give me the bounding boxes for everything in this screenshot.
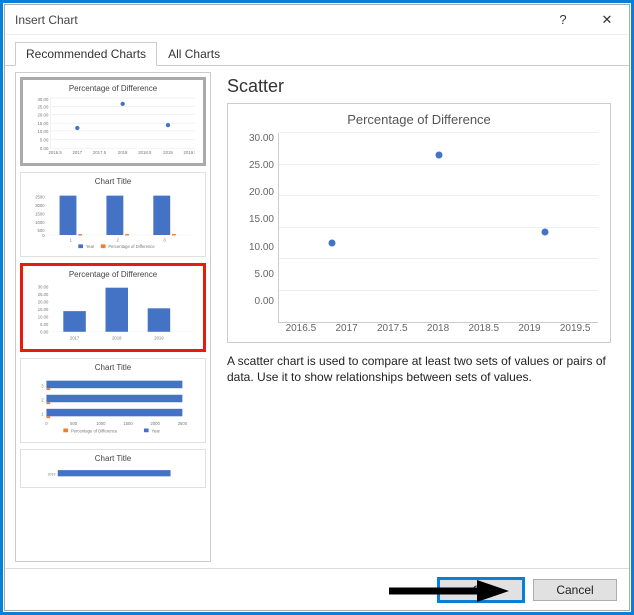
svg-text:1500: 1500 xyxy=(35,211,45,216)
svg-text:1000: 1000 xyxy=(35,220,45,225)
tab-all-charts[interactable]: All Charts xyxy=(157,42,231,66)
svg-text:2019: 2019 xyxy=(48,473,56,477)
chart-type-heading: Scatter xyxy=(227,76,611,97)
svg-text:0: 0 xyxy=(45,421,48,426)
chart-thumb-scatter[interactable]: Percentage of Difference xyxy=(20,77,206,166)
svg-text:5.00: 5.00 xyxy=(40,137,49,142)
mini-scatter: 30.00 25.00 20.00 15.00 10.00 5.00 0.00 … xyxy=(27,95,199,159)
close-button[interactable]: ✕ xyxy=(585,5,629,35)
svg-text:2500: 2500 xyxy=(35,194,45,199)
chart-thumb-bar[interactable]: Chart Title 3 2 1 xyxy=(20,358,206,443)
svg-text:Year: Year xyxy=(86,244,95,249)
cancel-button[interactable]: Cancel xyxy=(533,579,617,601)
scatter-plot: 30.00 25.00 20.00 15.00 10.00 5.00 0.00 xyxy=(240,133,598,323)
svg-text:Percentage of Difference: Percentage of Difference xyxy=(71,428,118,433)
chart-description: A scatter chart is used to compare at le… xyxy=(227,353,611,385)
data-point xyxy=(541,228,548,235)
mini-column: 30.00 25.00 20.00 15.00 10.00 5.00 0.00 … xyxy=(27,281,199,345)
svg-text:20.00: 20.00 xyxy=(38,300,49,305)
chart-thumbnails-panel[interactable]: Percentage of Difference xyxy=(15,72,211,562)
svg-text:0.00: 0.00 xyxy=(40,330,49,335)
svg-text:2019: 2019 xyxy=(163,150,173,155)
svg-text:15.00: 15.00 xyxy=(38,121,49,126)
svg-text:2017: 2017 xyxy=(72,150,82,155)
x-axis: 2016.5 2017 2017.5 2018 2018.5 2019 2019… xyxy=(278,323,598,334)
svg-text:2019: 2019 xyxy=(154,335,164,340)
help-button[interactable]: ? xyxy=(541,5,585,35)
svg-text:1500: 1500 xyxy=(123,421,133,426)
svg-text:3: 3 xyxy=(41,383,44,388)
insert-chart-dialog: Insert Chart ? ✕ Recommended Charts All … xyxy=(4,4,630,611)
svg-text:2017.5: 2017.5 xyxy=(93,150,107,155)
mini-bar: 3 2 1 0 500 1000 1500 2000 2500 xyxy=(25,374,201,438)
svg-text:15.00: 15.00 xyxy=(38,307,49,312)
svg-text:3: 3 xyxy=(163,238,166,243)
svg-text:2000: 2000 xyxy=(151,421,161,426)
svg-text:2: 2 xyxy=(117,238,120,243)
svg-text:2019.5: 2019.5 xyxy=(184,150,195,155)
ok-button[interactable]: OK xyxy=(439,579,523,601)
content-area: Percentage of Difference xyxy=(5,66,629,568)
svg-text:25.00: 25.00 xyxy=(38,105,49,110)
chart-preview: Percentage of Difference 30.00 25.00 20.… xyxy=(227,103,611,343)
svg-text:Year: Year xyxy=(151,428,160,433)
svg-text:30.00: 30.00 xyxy=(38,97,49,102)
y-axis: 30.00 25.00 20.00 15.00 10.00 5.00 0.00 xyxy=(240,133,278,323)
chart-thumb-bar-2[interactable]: Chart Title 2019 xyxy=(20,449,206,488)
svg-text:1: 1 xyxy=(70,238,73,243)
svg-text:0: 0 xyxy=(42,233,45,238)
svg-text:2500: 2500 xyxy=(178,421,188,426)
svg-text:2018: 2018 xyxy=(118,150,128,155)
titlebar: Insert Chart ? ✕ xyxy=(5,5,629,35)
data-point xyxy=(435,152,442,159)
svg-text:1000: 1000 xyxy=(96,421,106,426)
svg-text:500: 500 xyxy=(70,421,78,426)
svg-text:2000: 2000 xyxy=(35,203,45,208)
chart-preview-panel: Scatter Percentage of Difference 30.00 2… xyxy=(219,72,619,562)
tab-bar: Recommended Charts All Charts xyxy=(5,35,629,66)
tab-recommended[interactable]: Recommended Charts xyxy=(15,42,157,66)
svg-text:5.00: 5.00 xyxy=(40,322,49,327)
svg-text:2017: 2017 xyxy=(70,335,80,340)
svg-text:25.00: 25.00 xyxy=(38,292,49,297)
svg-text:10.00: 10.00 xyxy=(38,129,49,134)
svg-text:2: 2 xyxy=(41,397,44,402)
chart-thumb-column-highlighted[interactable]: Percentage of Difference 30.00 25.00 20.… xyxy=(20,263,206,352)
dialog-title: Insert Chart xyxy=(15,13,541,27)
svg-text:1: 1 xyxy=(41,411,44,416)
svg-text:10.00: 10.00 xyxy=(38,315,49,320)
mini-bar-2: 2019 xyxy=(25,465,201,483)
mini-clustered-column: 25002000 15001000 5000 1 2 3 Year xyxy=(25,188,201,252)
plot-area xyxy=(278,133,598,323)
svg-text:2018.5: 2018.5 xyxy=(138,150,152,155)
data-point xyxy=(329,240,336,247)
svg-text:20.00: 20.00 xyxy=(38,112,49,117)
dialog-footer: OK Cancel xyxy=(5,568,629,610)
chart-title: Percentage of Difference xyxy=(240,112,598,127)
svg-text:2018: 2018 xyxy=(112,335,122,340)
svg-text:30.00: 30.00 xyxy=(38,285,49,290)
svg-text:2016.5: 2016.5 xyxy=(48,150,62,155)
svg-text:Percentage of Difference: Percentage of Difference xyxy=(108,244,155,249)
chart-thumb-clustered-column[interactable]: Chart Title 25002000 xyxy=(20,172,206,257)
